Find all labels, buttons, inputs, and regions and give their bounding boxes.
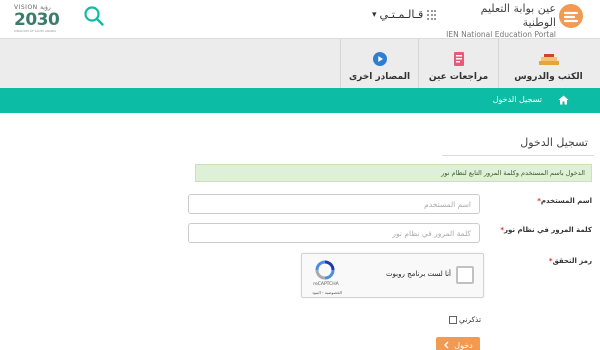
password-label-text: كلمة المرور في نظام نور: [504, 226, 592, 234]
breadcrumb: تسجيل الدخول: [0, 88, 600, 113]
apps-grid-icon[interactable]: [427, 10, 437, 20]
home-icon[interactable]: [558, 95, 569, 105]
captcha-label-text: رمز التحقق: [552, 257, 592, 265]
username-label: اسم المستخدم*: [537, 197, 592, 205]
language-dropdown[interactable]: قـالـمـتـي ▾: [372, 8, 423, 21]
username-input[interactable]: [188, 194, 480, 214]
remember-me-label: تذكرني: [459, 315, 482, 324]
media-icon: [372, 52, 387, 66]
password-label: كلمة المرور في نظام نور*: [500, 226, 592, 234]
nav-label-other-sources: المصادر اخرى: [348, 72, 411, 82]
info-alert: الدخول باسم المستخدم وكلمة المرور التابع…: [195, 164, 592, 182]
title-divider: [442, 155, 594, 156]
language-label: قـالـمـتـي: [379, 8, 424, 21]
login-button-label: دخول: [454, 340, 473, 350]
top-header: VISION رؤية 2030 KINGDOM OF SAUDI ARABIA…: [0, 0, 600, 40]
breadcrumb-current[interactable]: تسجيل الدخول: [493, 95, 542, 104]
recaptcha-widget: أنا لست برنامج روبوت reCAPTCHA الخصوصية …: [301, 253, 484, 298]
nav-label-books: الكتب والدروس: [514, 72, 583, 82]
main-nav: الكتب والدروس مراجعات عين المصادر اخرى: [0, 38, 600, 89]
recaptcha-logo-icon: [315, 260, 335, 280]
books-icon: [538, 54, 559, 65]
nav-label-ien-reviews: مراجعات عين: [428, 72, 489, 82]
portal-title[interactable]: عين بوابة التعليم الوطنية IEN National E…: [446, 2, 556, 40]
login-button[interactable]: دخول: [436, 337, 480, 350]
recaptcha-brand: reCAPTCHA: [313, 282, 339, 287]
ien-logo-icon[interactable]: [557, 2, 585, 30]
portal-name-ar: عين بوابة التعليم الوطنية: [480, 2, 556, 29]
recaptcha-terms[interactable]: الخصوصية - البنود: [306, 290, 348, 295]
vision-2030-logo: VISION رؤية 2030 KINGDOM OF SAUDI ARABIA: [14, 4, 66, 36]
nav-item-other-sources[interactable]: المصادر اخرى: [340, 39, 418, 89]
remember-me[interactable]: تذكرني: [449, 315, 481, 324]
vision-year: 2030: [14, 10, 60, 30]
page-title: تسجيل الدخول: [520, 136, 588, 149]
recaptcha-checkbox[interactable]: [456, 266, 474, 284]
recaptcha-text: أنا لست برنامج روبوت: [385, 270, 451, 278]
remember-me-checkbox[interactable]: [449, 315, 457, 324]
password-input[interactable]: [188, 223, 480, 243]
login-arrow-icon: [444, 341, 449, 349]
chevron-down-icon: ▾: [372, 9, 377, 20]
review-icon: [453, 52, 464, 66]
search-icon[interactable]: [83, 5, 105, 27]
username-label-text: اسم المستخدم: [540, 197, 592, 205]
captcha-label: رمز التحقق*: [549, 257, 592, 265]
nav-item-books[interactable]: الكتب والدروس: [498, 39, 598, 89]
nav-item-ien-reviews[interactable]: مراجعات عين: [418, 39, 498, 89]
